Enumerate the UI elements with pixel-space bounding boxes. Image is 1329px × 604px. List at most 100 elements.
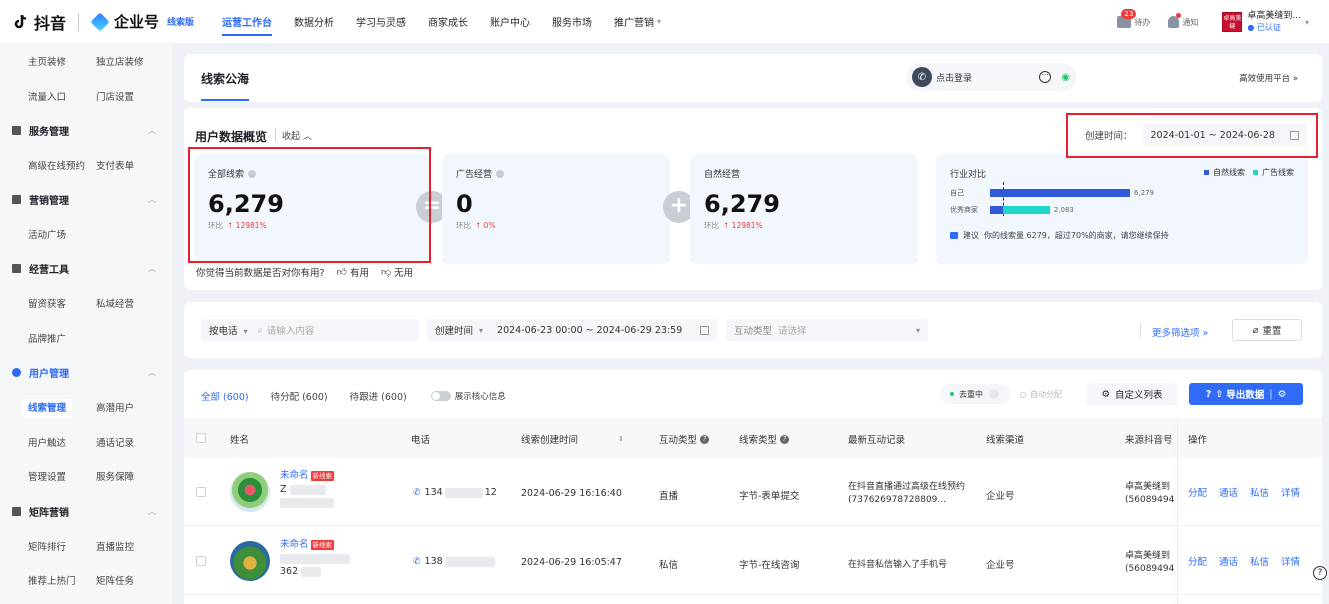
select-all-checkbox[interactable] — [196, 433, 206, 443]
sidebar-item-payment-form[interactable]: 支付表单 — [96, 158, 164, 172]
sidebar-item-hot-promo[interactable]: 推荐上热门 — [28, 573, 96, 587]
assign-action[interactable]: 分配 — [1188, 485, 1207, 499]
sidebar-item-user-reach[interactable]: 用户触达 — [28, 435, 96, 449]
call-login-label: 点击登录 — [936, 73, 973, 84]
sidebar-item-service-guarantee[interactable]: 服务保障 — [96, 469, 164, 483]
time-range-value: 2024-06-23 00:00 ~ 2024-06-29 23:59 — [497, 324, 683, 336]
row-checkbox[interactable] — [196, 556, 206, 566]
sidebar-item-leads-label: 线索管理 — [22, 399, 73, 419]
useless-label: 无用 — [394, 268, 414, 279]
sidebar-item-live-monitor[interactable]: 直播监控 — [96, 539, 164, 553]
sidebar-item-brand-promo[interactable]: 品牌推广 — [28, 331, 96, 345]
stat-ad-leads[interactable]: 广告经营 0 环比 ↑ 0% — [442, 154, 670, 264]
sidebar-item-booking[interactable]: 高级在线预约 — [28, 158, 96, 172]
col-actions: 操作 — [1188, 435, 1208, 446]
call-action[interactable]: 通话 — [1219, 485, 1238, 499]
platform-link[interactable]: 高效使用平台 » — [1239, 72, 1298, 84]
call-action[interactable]: 通话 — [1219, 554, 1238, 568]
interaction-type-select[interactable]: 互动类型 请选择 ▾ — [726, 319, 928, 341]
stat-value: 6,279 — [704, 190, 780, 218]
help-icon[interactable] — [496, 169, 505, 178]
sidebar-group-users[interactable]: 用户管理 ︿ — [0, 355, 172, 390]
assign-action[interactable]: 分配 — [1188, 554, 1207, 568]
sidebar-item-matrix-rank[interactable]: 矩阵排行 — [28, 539, 96, 553]
phone-cell[interactable]: ✆ 138 — [413, 556, 497, 567]
more-icon[interactable]: ··· — [1039, 71, 1052, 83]
call-widget[interactable]: ✆ 点击登录 ··· ◉ — [906, 63, 1076, 91]
sidebar-item-matrix-tasks[interactable]: 矩阵任务 — [96, 573, 164, 587]
core-info-toggle[interactable]: 展示核心信息 — [430, 389, 506, 403]
message-action[interactable]: 私信 — [1250, 554, 1269, 568]
message-action[interactable]: 私信 — [1250, 485, 1269, 499]
help-icon[interactable]: ? — [700, 434, 710, 444]
nav-workbench[interactable]: 运营工作台 — [222, 0, 273, 44]
time-filter[interactable]: 创建时间 ▾ 2024-06-23 00:00 ~ 2024-06-29 23:5… — [427, 319, 717, 341]
detail-action[interactable]: 详情 — [1281, 554, 1300, 568]
store-switcher[interactable]: 卓高美缝 卓高美缝到... ● 已认证 ▾ — [1222, 11, 1309, 33]
collapse-button[interactable]: 收起 ︿ — [275, 129, 312, 142]
douyin-logo[interactable]: 抖音 — [12, 10, 66, 34]
industry-row-self: 自己 6,279 — [950, 188, 1154, 198]
sidebar-group-marketing[interactable]: 营销管理 ︿ — [0, 182, 172, 217]
radio-icon — [1020, 391, 1026, 398]
useful-button[interactable]: 👍︎ 有用 — [337, 265, 369, 279]
sidebar-item-potential-users[interactable]: 高潜用户 — [96, 400, 164, 414]
interaction-placeholder: 请选择 — [778, 326, 807, 337]
sidebar-group-service[interactable]: 服务管理 ︿ — [0, 113, 172, 148]
sidebar-item-leads[interactable]: 线索管理 — [22, 399, 96, 419]
notice-button[interactable]: 通知 — [1168, 13, 1198, 28]
nav-data-analysis[interactable]: 数据分析 — [294, 0, 334, 44]
sidebar-item-activities[interactable]: 活动广场 — [28, 227, 96, 241]
help-icon[interactable] — [248, 169, 257, 178]
qiye-logo[interactable]: 企业号 线索版 — [90, 11, 194, 32]
sidebar-item-traffic-entry[interactable]: 流量入口 — [28, 89, 96, 103]
more-filters-button[interactable]: 更多筛选项 » — [1152, 325, 1208, 339]
useless-button[interactable]: 👎︎ 无用 — [381, 265, 413, 279]
nav-promotion[interactable]: 推广营销 ▾ — [614, 0, 661, 44]
nav-account[interactable]: 账户中心 — [490, 0, 530, 44]
help-float-icon[interactable]: ? — [1313, 566, 1327, 580]
sidebar-item-call-records[interactable]: 通话记录 — [96, 435, 164, 449]
export-button[interactable]: ? ⇧ 导出数据 | ⚙ — [1189, 383, 1303, 405]
sidebar-group-matrix[interactable]: 矩阵营销 ︿ — [0, 494, 172, 529]
help-icon[interactable]: ? — [780, 434, 790, 444]
qiye-icon — [90, 11, 110, 32]
lead-name-link[interactable]: 未命名 — [280, 539, 309, 550]
phone-cell[interactable]: ✆ 134 12 — [413, 487, 497, 498]
stat-all-leads[interactable]: 全部线索 6,279 环比 ↑ 12981% — [194, 154, 428, 264]
stat-label: 广告经营 — [456, 170, 493, 180]
custom-columns-button[interactable]: ⚙ 自定义列表 — [1087, 383, 1177, 405]
nav-learning[interactable]: 学习与灵感 — [356, 0, 406, 44]
latest-interaction: 在抖音直播通过高级在线预约(737626978728809... — [848, 482, 966, 505]
stat-natural-leads[interactable]: 自然经营 6,279 环比 ↑ 12981% — [690, 154, 918, 264]
sidebar-item-lead-capture[interactable]: 留资获客 — [28, 296, 96, 310]
reset-button[interactable]: ⌀ 重置 — [1232, 319, 1302, 341]
sidebar-group-tools[interactable]: 经营工具 ︿ — [0, 252, 172, 287]
phone-select[interactable]: 按电话 ▾ — [209, 323, 248, 337]
lead-name-link[interactable]: 未命名 — [280, 470, 309, 481]
date-range-picker[interactable]: 2024-01-01 ~ 2024-06-28 — [1142, 124, 1307, 146]
todo-button[interactable]: 23 待办 — [1117, 9, 1150, 28]
search-input[interactable]: 请输入内容 — [267, 323, 315, 337]
sidebar-item-manage-settings[interactable]: 管理设置 — [28, 469, 96, 483]
dedupe-status[interactable]: 去重中 — [940, 384, 1010, 404]
sidebar-group-label: 服务管理 — [29, 126, 69, 138]
sidebar-item-store-decor[interactable]: 独立店装修 — [96, 54, 164, 68]
phone-suffix: 12 — [484, 487, 497, 498]
detail-action[interactable]: 详情 — [1281, 485, 1300, 499]
chevron-up-icon: ︿ — [148, 506, 156, 516]
compare-value: ↑ 12981% — [723, 221, 763, 230]
tab-unassigned[interactable]: 待分配 (600) — [271, 389, 328, 403]
col-created-time[interactable]: 线索创建时间 ⇕ — [521, 432, 624, 446]
nav-market[interactable]: 服务市场 — [552, 0, 592, 44]
tab-lead-pool[interactable]: 线索公海 — [201, 70, 250, 101]
sidebar-item-private-domain[interactable]: 私域经营 — [96, 296, 164, 310]
nav-growth[interactable]: 商家成长 — [428, 0, 468, 44]
stat-value: 0 — [456, 190, 473, 218]
tab-all[interactable]: 全部 (600) — [201, 389, 249, 403]
tab-follow-up[interactable]: 待跟进 (600) — [350, 389, 407, 403]
sidebar-item-homepage-decor[interactable]: 主页装修 — [28, 54, 96, 68]
sidebar-item-store-settings[interactable]: 门店设置 — [96, 89, 164, 103]
auto-assign-toggle[interactable]: 自动分配 — [1020, 389, 1062, 400]
row-checkbox[interactable] — [196, 487, 206, 497]
